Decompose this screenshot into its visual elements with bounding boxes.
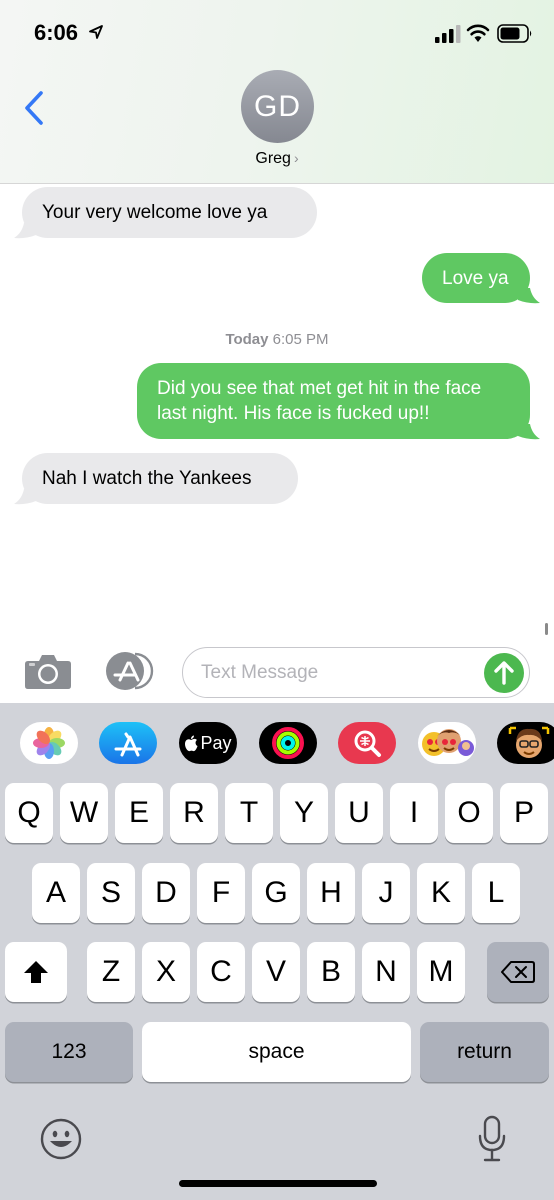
message-input-field[interactable] (182, 647, 530, 698)
key-r[interactable]: R (170, 783, 218, 843)
key-e[interactable]: E (115, 783, 163, 843)
message-text: Love ya (442, 267, 509, 289)
chevron-right-icon: › (293, 150, 299, 166)
key-z[interactable]: Z (87, 942, 135, 1002)
key-x[interactable]: X (142, 942, 190, 1002)
backspace-icon (501, 961, 535, 983)
key-t[interactable]: T (225, 783, 273, 843)
status-time: 6:06 (34, 20, 79, 45)
imessage-app-strip: Pay (0, 703, 554, 775)
key-d[interactable]: D (142, 863, 190, 923)
timestamp-day: Today (225, 331, 269, 348)
send-button[interactable] (484, 653, 524, 693)
arrow-up-icon (494, 661, 514, 685)
contact-name: Greg (255, 150, 291, 167)
numbers-key[interactable]: 123 (5, 1022, 133, 1082)
key-v[interactable]: V (252, 942, 300, 1002)
scroll-indicator[interactable] (545, 623, 548, 635)
key-i[interactable]: I (390, 783, 438, 843)
shift-icon (24, 961, 48, 983)
key-k[interactable]: K (417, 863, 465, 923)
key-w[interactable]: W (60, 783, 108, 843)
dictation-microphone-button[interactable] (477, 1115, 507, 1163)
shift-key[interactable] (5, 942, 67, 1002)
memoji-stickers-icon[interactable] (418, 722, 476, 764)
message-bubble-outgoing[interactable]: Did you see that met get hit in the face… (137, 363, 530, 439)
key-l[interactable]: L (472, 863, 520, 923)
key-j[interactable]: J (362, 863, 410, 923)
key-g[interactable]: G (252, 863, 300, 923)
return-key[interactable]: return (420, 1022, 549, 1082)
key-q[interactable]: Q (5, 783, 53, 843)
camera-button[interactable] (24, 652, 72, 690)
delete-key[interactable] (487, 942, 549, 1002)
web-search-icon[interactable] (338, 722, 396, 764)
message-bubble-outgoing[interactable]: Love ya (422, 253, 530, 303)
key-h[interactable]: H (307, 863, 355, 923)
message-text: Did you see that met get hit in the face… (157, 378, 482, 424)
space-key[interactable]: space (142, 1022, 411, 1082)
battery-icon (497, 24, 532, 43)
message-bubble-incoming[interactable]: Nah I watch the Yankees (22, 453, 298, 504)
contact-name-button[interactable]: Greg › (0, 150, 554, 168)
key-o[interactable]: O (445, 783, 493, 843)
key-f[interactable]: F (197, 863, 245, 923)
photos-app-icon[interactable] (20, 722, 78, 764)
activity-icon[interactable] (259, 722, 317, 764)
timestamp: Today 6:05 PM (0, 331, 554, 348)
key-y[interactable]: Y (280, 783, 328, 843)
location-arrow-icon (89, 25, 103, 39)
apple-pay-icon[interactable]: Pay (179, 722, 237, 764)
key-b[interactable]: B (307, 942, 355, 1002)
key-s[interactable]: S (87, 863, 135, 923)
home-indicator[interactable] (179, 1180, 377, 1187)
emoji-keyboard-button[interactable] (40, 1118, 82, 1160)
conversation-header: 6:06 GD Greg › (0, 0, 554, 184)
key-p[interactable]: P (500, 783, 548, 843)
key-m[interactable]: M (417, 942, 465, 1002)
message-text: Nah I watch the Yankees (42, 468, 252, 489)
message-bubble-incoming[interactable]: Your very welcome love ya (22, 187, 317, 238)
timestamp-time: 6:05 PM (272, 331, 329, 348)
animoji-icon[interactable] (497, 722, 554, 764)
back-button[interactable] (22, 90, 48, 126)
key-u[interactable]: U (335, 783, 383, 843)
message-text: Your very welcome love ya (42, 202, 268, 223)
wifi-icon (466, 24, 490, 42)
message-input[interactable] (201, 658, 481, 688)
key-n[interactable]: N (362, 942, 410, 1002)
contact-avatar[interactable]: GD (241, 70, 314, 143)
app-store-icon[interactable] (99, 722, 157, 764)
app-store-button[interactable] (103, 651, 157, 691)
key-c[interactable]: C (197, 942, 245, 1002)
cellular-signal-icon (435, 25, 461, 43)
key-a[interactable]: A (32, 863, 80, 923)
apple-pay-label: Pay (200, 732, 232, 753)
